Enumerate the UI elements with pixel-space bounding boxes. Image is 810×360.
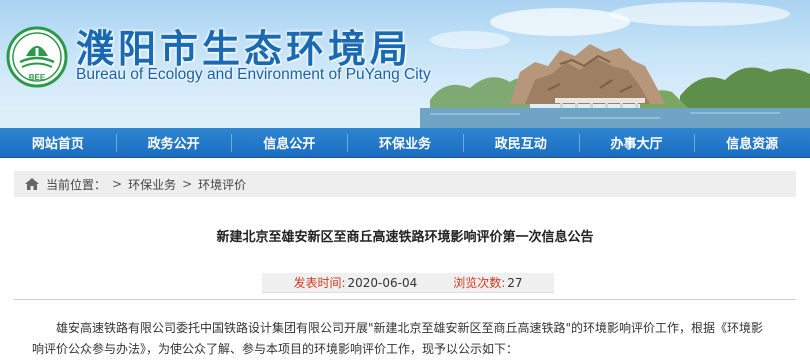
publish-date: 2020-06-04	[347, 275, 418, 290]
breadcrumb-separator: >	[112, 177, 123, 191]
breadcrumb-prefix: 当前位置：	[46, 177, 107, 192]
home-icon	[25, 178, 39, 190]
breadcrumb-link-environmental-business[interactable]: 环保业务	[128, 176, 176, 193]
article-title: 新建北京至雄安新区至商丘高速铁路环境影响评价第一次信息公告	[216, 230, 594, 245]
nav-item-information-disclosure[interactable]: 信息公开	[231, 128, 347, 157]
breadcrumb: 当前位置： > 环保业务 > 环境评价	[14, 171, 796, 197]
publish-date-label: 发表时间:	[293, 276, 346, 290]
breadcrumb-separator: >	[182, 177, 193, 191]
logo-text: BEE	[29, 73, 46, 82]
nav-item-government-affairs[interactable]: 政务公开	[115, 128, 232, 157]
site-title-english: Bureau of Ecology and Environment of PuY…	[76, 66, 431, 83]
content-divider	[14, 299, 796, 300]
article-body: 雄安高速铁路有限公司委托中国铁路设计集团有限公司开展"新建北京至雄安新区至商丘高…	[32, 321, 764, 356]
view-count-label: 浏览次数:	[453, 276, 506, 290]
view-count: 27	[507, 275, 523, 290]
breadcrumb-link-environmental-assessment[interactable]: 环境评价	[198, 176, 246, 193]
nav-item-information-resources[interactable]: 信息资源	[694, 128, 810, 157]
bureau-logo-icon: BEE	[6, 26, 68, 88]
nav-item-home[interactable]: 网站首页	[0, 128, 116, 157]
header-banner: BEE 濮阳市生态环境局 Bureau of Ecology and Envir…	[0, 0, 810, 128]
nav-item-environmental-business[interactable]: 环保业务	[347, 128, 463, 157]
article-meta: 发表时间: 2020-06-04 浏览次数: 27	[262, 273, 554, 293]
site-title: 濮阳市生态环境局	[76, 27, 413, 71]
main-nav: 网站首页 政务公开 信息公开 环保业务 政民互动 办事大厅 信息资源	[0, 128, 810, 158]
nav-item-service-hall[interactable]: 办事大厅	[578, 128, 695, 157]
nav-item-public-interaction[interactable]: 政民互动	[462, 128, 579, 157]
